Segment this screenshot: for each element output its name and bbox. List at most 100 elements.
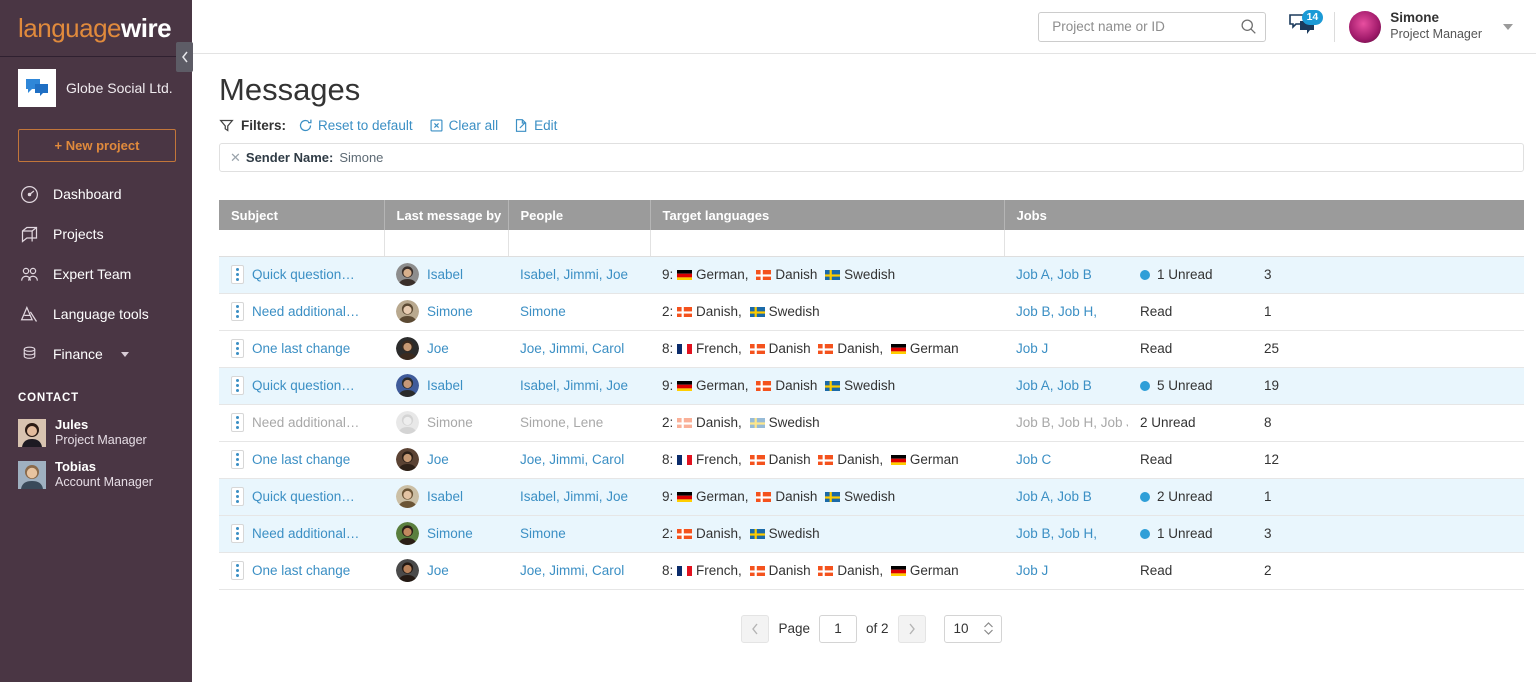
subject-link[interactable]: Quick question… [252, 489, 355, 504]
jobs-link[interactable]: Job J [1016, 341, 1048, 356]
contact-item-jules[interactable]: Jules Project Manager [0, 412, 192, 454]
edit-filters-button[interactable]: Edit [514, 118, 557, 133]
table-row[interactable]: One last changeJoeJoe, Jimmi, Carol8: Fr… [219, 441, 1524, 478]
sidebar-item-projects[interactable]: Projects [0, 214, 192, 254]
jobs-link[interactable]: Job C [1016, 452, 1051, 467]
jobs-link[interactable]: Job B, Job H, Job J [1016, 415, 1128, 430]
table-row[interactable]: Need additional…SimoneSimone2: Danish, S… [219, 293, 1524, 330]
cell-jobs[interactable]: Job J [1004, 552, 1128, 589]
subject-link[interactable]: One last change [252, 341, 350, 356]
jobs-link[interactable]: Job B, Job H, [1016, 304, 1097, 319]
next-page-button[interactable] [898, 615, 926, 643]
cell-subject[interactable]: Need additional… [219, 293, 384, 330]
column-header-people[interactable]: People [508, 200, 650, 230]
row-menu-icon[interactable] [231, 413, 244, 432]
people-link[interactable]: Simone, Lene [520, 415, 603, 430]
table-row[interactable]: One last changeJoeJoe, Jimmi, Carol8: Fr… [219, 552, 1524, 589]
cell-people[interactable]: Simone [508, 515, 650, 552]
column-filter-jobs[interactable] [1004, 230, 1524, 256]
sidebar-item-finance[interactable]: Finance [0, 334, 192, 374]
last-message-by-link[interactable]: Joe [427, 563, 449, 578]
cell-last-message-by[interactable]: Joe [384, 552, 508, 589]
cell-subject[interactable]: Quick question… [219, 478, 384, 515]
cell-subject[interactable]: Quick question… [219, 367, 384, 404]
table-row[interactable]: Need additional…SimoneSimone2: Danish, S… [219, 515, 1524, 552]
cell-people[interactable]: Simone [508, 293, 650, 330]
new-project-button[interactable]: + New project [18, 129, 176, 162]
subject-link[interactable]: Quick question… [252, 267, 355, 282]
last-message-by-link[interactable]: Isabel [427, 267, 463, 282]
cell-jobs[interactable]: Job A, Job B [1004, 256, 1128, 293]
search-box[interactable] [1038, 12, 1266, 42]
last-message-by-link[interactable]: Isabel [427, 489, 463, 504]
cell-people[interactable]: Simone, Lene [508, 404, 650, 441]
subject-link[interactable]: Need additional… [252, 526, 359, 541]
table-row[interactable]: Quick question…IsabelIsabel, Jimmi, Joe9… [219, 367, 1524, 404]
last-message-by-link[interactable]: Joe [427, 452, 449, 467]
sidebar-collapse-button[interactable] [176, 42, 193, 72]
table-row[interactable]: One last changeJoeJoe, Jimmi, Carol8: Fr… [219, 330, 1524, 367]
last-message-by-link[interactable]: Simone [427, 304, 473, 319]
last-message-by-link[interactable]: Simone [427, 526, 473, 541]
last-message-by-link[interactable]: Joe [427, 341, 449, 356]
cell-last-message-by[interactable]: Simone [384, 404, 508, 441]
column-header-target-languages[interactable]: Target languages [650, 200, 1004, 230]
people-link[interactable]: Joe, Jimmi, Carol [520, 341, 624, 356]
cell-jobs[interactable]: Job J [1004, 330, 1128, 367]
sidebar-item-dashboard[interactable]: Dashboard [0, 174, 192, 214]
sidebar-item-language-tools[interactable]: Language tools [0, 294, 192, 334]
people-link[interactable]: Isabel, Jimmi, Joe [520, 267, 628, 282]
notifications-button[interactable]: 14 [1288, 12, 1320, 42]
column-header-last-message-by[interactable]: Last message by [384, 200, 508, 230]
jobs-link[interactable]: Job J [1016, 563, 1048, 578]
cell-subject[interactable]: Need additional… [219, 404, 384, 441]
search-input[interactable] [1050, 18, 1240, 35]
table-row[interactable]: Quick question…IsabelIsabel, Jimmi, Joe9… [219, 478, 1524, 515]
column-filter-people[interactable] [508, 230, 650, 256]
row-menu-icon[interactable] [231, 561, 244, 580]
prev-page-button[interactable] [741, 615, 769, 643]
last-message-by-link[interactable]: Isabel [427, 378, 463, 393]
subject-link[interactable]: One last change [252, 452, 350, 467]
cell-subject[interactable]: One last change [219, 552, 384, 589]
user-menu[interactable]: Simone Project Manager [1349, 10, 1513, 43]
cell-last-message-by[interactable]: Simone [384, 293, 508, 330]
page-size-stepper[interactable]: 10 [944, 615, 1002, 643]
cell-last-message-by[interactable]: Joe [384, 330, 508, 367]
jobs-link[interactable]: Job A, Job B [1016, 378, 1092, 393]
people-link[interactable]: Isabel, Jimmi, Joe [520, 489, 628, 504]
cell-jobs[interactable]: Job B, Job H, Job J [1004, 404, 1128, 441]
reset-to-default-button[interactable]: Reset to default [298, 118, 413, 133]
subject-link[interactable]: One last change [252, 563, 350, 578]
brand-logo[interactable]: languagewire [0, 0, 192, 56]
cell-last-message-by[interactable]: Joe [384, 441, 508, 478]
cell-people[interactable]: Joe, Jimmi, Carol [508, 330, 650, 367]
cell-people[interactable]: Isabel, Jimmi, Joe [508, 367, 650, 404]
cell-subject[interactable]: Quick question… [219, 256, 384, 293]
table-row[interactable]: Need additional…SimoneSimone, Lene2: Dan… [219, 404, 1524, 441]
cell-jobs[interactable]: Job B, Job H, [1004, 515, 1128, 552]
cell-last-message-by[interactable]: Isabel [384, 256, 508, 293]
cell-jobs[interactable]: Job A, Job B [1004, 367, 1128, 404]
row-menu-icon[interactable] [231, 524, 244, 543]
row-menu-icon[interactable] [231, 450, 244, 469]
clear-all-button[interactable]: Clear all [429, 118, 499, 133]
people-link[interactable]: Isabel, Jimmi, Joe [520, 378, 628, 393]
people-link[interactable]: Joe, Jimmi, Carol [520, 452, 624, 467]
column-header-jobs[interactable]: Jobs [1004, 200, 1524, 230]
contact-item-tobias[interactable]: Tobias Account Manager [0, 454, 192, 496]
cell-people[interactable]: Isabel, Jimmi, Joe [508, 256, 650, 293]
cell-people[interactable]: Isabel, Jimmi, Joe [508, 478, 650, 515]
company-block[interactable]: Globe Social Ltd. [0, 57, 192, 119]
cell-last-message-by[interactable]: Simone [384, 515, 508, 552]
page-number-input[interactable] [819, 615, 857, 643]
column-filter-row[interactable] [219, 230, 1524, 256]
column-header-subject[interactable]: Subject [219, 200, 384, 230]
last-message-by-link[interactable]: Simone [427, 415, 473, 430]
cell-last-message-by[interactable]: Isabel [384, 367, 508, 404]
jobs-link[interactable]: Job A, Job B [1016, 267, 1092, 282]
cell-jobs[interactable]: Job B, Job H, [1004, 293, 1128, 330]
cell-subject[interactable]: Need additional… [219, 515, 384, 552]
cell-jobs[interactable]: Job C [1004, 441, 1128, 478]
search-icon[interactable] [1240, 18, 1257, 35]
